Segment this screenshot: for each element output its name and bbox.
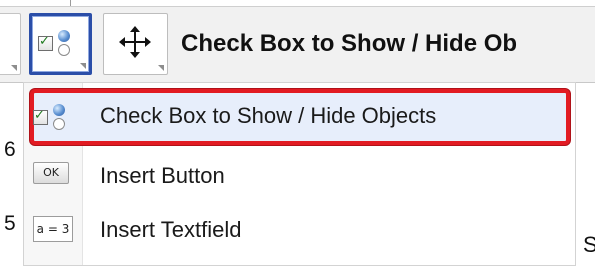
previous-tool-button[interactable] <box>0 13 21 75</box>
tool-menu-indicator-icon <box>80 63 86 69</box>
tool-menu-indicator-icon <box>158 65 164 71</box>
menu-item-checkbox-tool[interactable]: ✓ Check Box to Show / Hide Objects <box>24 87 575 147</box>
menu-item-label: Check Box to Show / Hide Objects <box>100 103 437 128</box>
move-graphics-tool-button[interactable] <box>103 13 168 75</box>
toolbar-top-edge <box>0 0 595 7</box>
tool-menu-indicator-icon <box>11 65 17 71</box>
toolbar-divider <box>70 0 71 6</box>
checkbox-tool-button[interactable]: ✓ <box>29 13 92 75</box>
toolbar: ✓ Check Box to Show / Hide Ob <box>0 0 595 83</box>
canvas-digit: 6 <box>4 138 16 161</box>
menu-item-label: Insert Button <box>100 163 225 188</box>
menu-item-insert-textfield[interactable]: a = 3 Insert Textfield <box>24 201 575 261</box>
canvas-text-fragment: S <box>583 232 595 257</box>
button-tool-icon: OK <box>33 162 69 184</box>
tool-dropdown-menu: ✓ Check Box to Show / Hide Objects OK In… <box>23 82 576 266</box>
move-arrows-icon <box>119 26 151 58</box>
menu-item-insert-button[interactable]: OK Insert Button <box>24 147 575 207</box>
canvas-digit: 5 <box>4 212 16 235</box>
checkbox-tool-icon: ✓ <box>33 102 67 132</box>
menu-item-label: Insert Textfield <box>100 217 242 242</box>
tool-title: Check Box to Show / Hide Ob <box>181 30 518 57</box>
textfield-tool-icon: a = 3 <box>33 216 73 242</box>
checkbox-tool-icon: ✓ <box>38 28 72 58</box>
